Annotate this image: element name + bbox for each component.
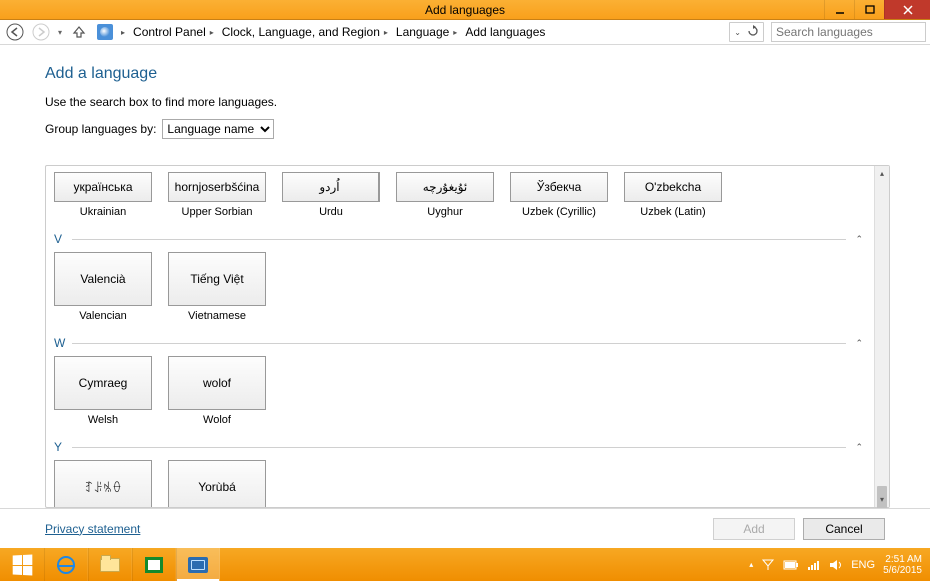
taskbar-explorer[interactable]	[88, 548, 132, 581]
battery-icon[interactable]	[783, 560, 799, 570]
language-tile[interactable]: Ўзбекча	[510, 172, 608, 202]
folder-icon	[100, 558, 120, 572]
group-by-select[interactable]: Language name	[162, 119, 274, 139]
system-tray: ▴ ENG 2:51 AM 5/6/2015	[743, 548, 930, 581]
language-tile[interactable]: O'zbekcha	[624, 172, 722, 202]
network-icon[interactable]	[807, 559, 821, 571]
language-label: Urdu	[319, 206, 343, 218]
page-title: Add a language	[45, 65, 930, 83]
tray-show-hidden-icon[interactable]: ▴	[749, 560, 753, 569]
up-button[interactable]	[68, 21, 90, 43]
taskbar-ie[interactable]	[44, 548, 88, 581]
language-label: Upper Sorbian	[182, 206, 253, 218]
control-panel-icon	[97, 24, 113, 40]
back-button[interactable]	[4, 21, 26, 43]
search-box[interactable]	[771, 22, 926, 42]
address-dropdown-icon: ⌄	[734, 28, 741, 37]
group-header-v: V⌃	[54, 232, 866, 246]
window-title: Add languages	[0, 3, 930, 17]
taskbar-control-panel[interactable]	[176, 548, 220, 581]
recent-locations-dropdown[interactable]: ▾	[56, 28, 64, 37]
navigation-bar: ▾ ▸ Control Panel▸ Clock, Language, and …	[0, 20, 930, 45]
collapse-icon[interactable]: ⌃	[852, 442, 866, 453]
action-center-icon[interactable]	[761, 558, 775, 572]
scroll-up-icon[interactable]: ▴	[875, 166, 889, 181]
taskbar: ▴ ENG 2:51 AM 5/6/2015	[0, 548, 930, 581]
language-label: Uyghur	[427, 206, 462, 218]
start-button[interactable]	[0, 548, 44, 581]
language-label: Valencian	[79, 310, 127, 322]
breadcrumb-region[interactable]: Clock, Language, and Region▸	[218, 22, 392, 42]
language-tile[interactable]: Tiếng Việt	[168, 252, 266, 306]
language-label: Wolof	[203, 414, 231, 426]
language-tile[interactable]: українська	[54, 172, 152, 202]
add-button[interactable]: Add	[713, 518, 795, 540]
cancel-button[interactable]: Cancel	[803, 518, 885, 540]
language-indicator[interactable]: ENG	[851, 559, 875, 571]
language-tile[interactable]: Yorùbá	[168, 460, 266, 507]
breadcrumb-control-panel[interactable]: Control Panel▸	[129, 22, 218, 42]
breadcrumb: ▸ Control Panel▸ Clock, Language, and Re…	[94, 21, 767, 43]
address-bar-end[interactable]: ⌄	[729, 22, 764, 42]
language-label: Uzbek (Cyrillic)	[522, 206, 596, 218]
volume-icon[interactable]	[829, 559, 843, 571]
breadcrumb-control-panel[interactable]: ▸	[113, 22, 129, 42]
page-subtitle: Use the search box to find more language…	[45, 95, 930, 109]
content-area: Add a language Use the search box to fin…	[0, 45, 930, 508]
language-label: Welsh	[88, 414, 118, 426]
language-tile[interactable]: ꆈꌠꁱꂷ	[54, 460, 152, 507]
search-input[interactable]	[776, 25, 930, 39]
scrollbar[interactable]: ▴ ▾	[874, 166, 889, 507]
taskbar-store[interactable]	[132, 548, 176, 581]
language-tile[interactable]: Cymraeg	[54, 356, 152, 410]
group-by-label: Group languages by:	[45, 122, 156, 136]
group-header-y: Y⌃	[54, 440, 866, 454]
group-by-row: Group languages by: Language name	[45, 119, 930, 139]
ie-icon	[57, 556, 75, 574]
language-label: Ukrainian	[80, 206, 126, 218]
language-list-box: українська Ukrainian hornjoserbšćina Upper…	[45, 165, 890, 508]
action-bar: Privacy statement Add Cancel	[0, 508, 930, 548]
privacy-statement-link[interactable]: Privacy statement	[45, 522, 140, 536]
breadcrumb-language[interactable]: Language▸	[392, 22, 461, 42]
breadcrumb-add-languages[interactable]: Add languages	[461, 22, 549, 42]
control-panel-icon	[188, 557, 208, 573]
language-tile[interactable]: hornjoserbšćina	[168, 172, 266, 202]
language-label: Vietnamese	[188, 310, 246, 322]
collapse-icon[interactable]: ⌃	[852, 338, 866, 349]
forward-button[interactable]	[30, 21, 52, 43]
group-header-w: W⌃	[54, 336, 866, 350]
language-label: Uzbek (Latin)	[640, 206, 705, 218]
language-tile[interactable]: اُردو	[282, 172, 380, 202]
language-tile[interactable]: wolof	[168, 356, 266, 410]
store-icon	[145, 557, 163, 573]
language-tile[interactable]: Valencià	[54, 252, 152, 306]
scroll-down-icon[interactable]: ▾	[875, 492, 889, 507]
window-titlebar: Add languages	[0, 0, 930, 20]
refresh-icon[interactable]	[747, 25, 759, 40]
collapse-icon[interactable]: ⌃	[852, 234, 866, 245]
clock[interactable]: 2:51 AM 5/6/2015	[883, 554, 922, 576]
language-tile[interactable]: ئۇيغۇرچە	[396, 172, 494, 202]
